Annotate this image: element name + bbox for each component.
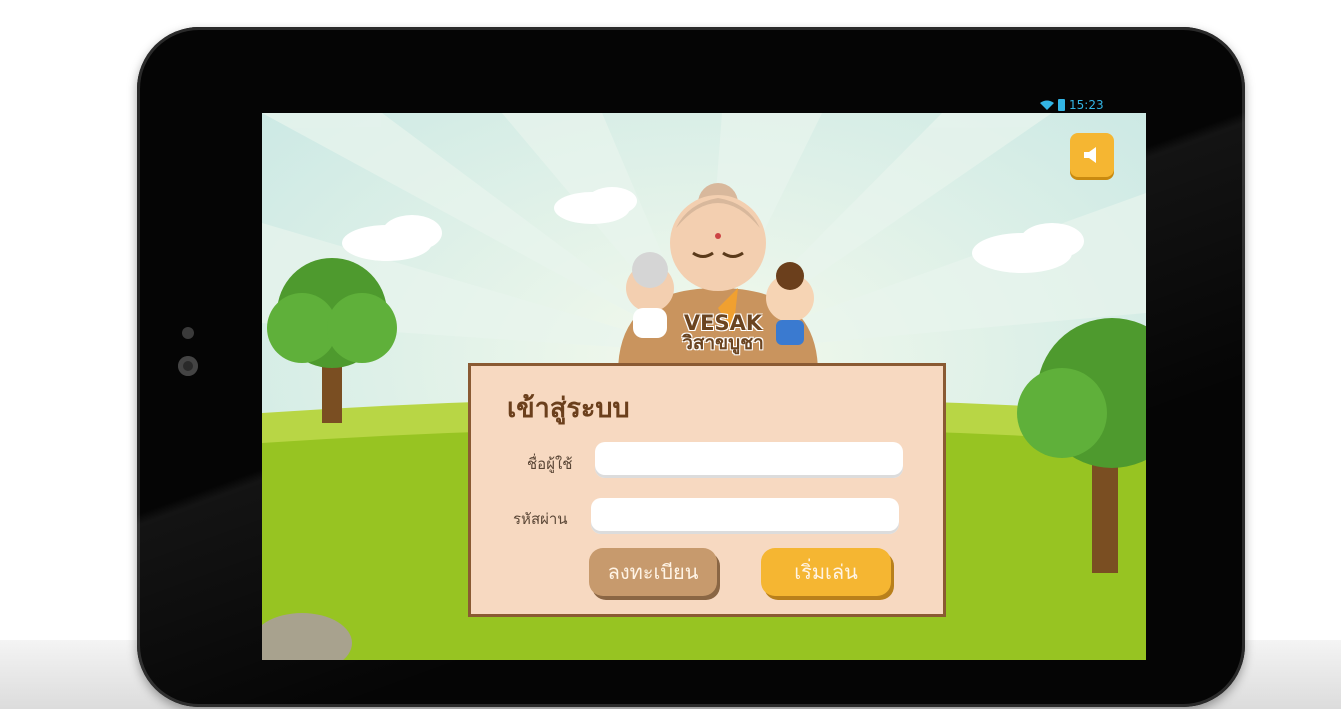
status-time: 15:23 <box>1069 98 1104 112</box>
status-bar: 15:23 <box>1040 97 1130 113</box>
game-logo: VESAK วิสาขบูชา <box>658 313 788 353</box>
game-logo-en: VESAK <box>683 311 763 335</box>
start-game-button[interactable]: เริ่มเล่น <box>761 548 891 596</box>
password-label: รหัสผ่าน <box>513 510 568 528</box>
tablet-camera <box>178 356 198 376</box>
tablet-sensor <box>182 327 194 339</box>
username-label: ชื่อผู้ใช้ <box>527 455 573 473</box>
game-screen: VESAK วิสาขบูชา เข้าสู่ระบบ ชื่อผู้ใช้ ร… <box>262 113 1146 660</box>
password-field[interactable] <box>591 498 899 534</box>
login-panel: เข้าสู่ระบบ ชื่อผู้ใช้ รหัสผ่าน ลงทะเบีย… <box>468 363 946 617</box>
game-logo-th: วิสาขบูชา <box>682 332 764 354</box>
username-field[interactable] <box>595 442 903 478</box>
battery-icon <box>1058 99 1065 111</box>
wifi-icon <box>1040 100 1054 110</box>
login-title: เข้าสู่ระบบ <box>507 393 630 424</box>
register-button[interactable]: ลงทะเบียน <box>589 548 717 596</box>
sound-toggle-button[interactable] <box>1070 133 1114 177</box>
speaker-icon <box>1084 147 1096 163</box>
